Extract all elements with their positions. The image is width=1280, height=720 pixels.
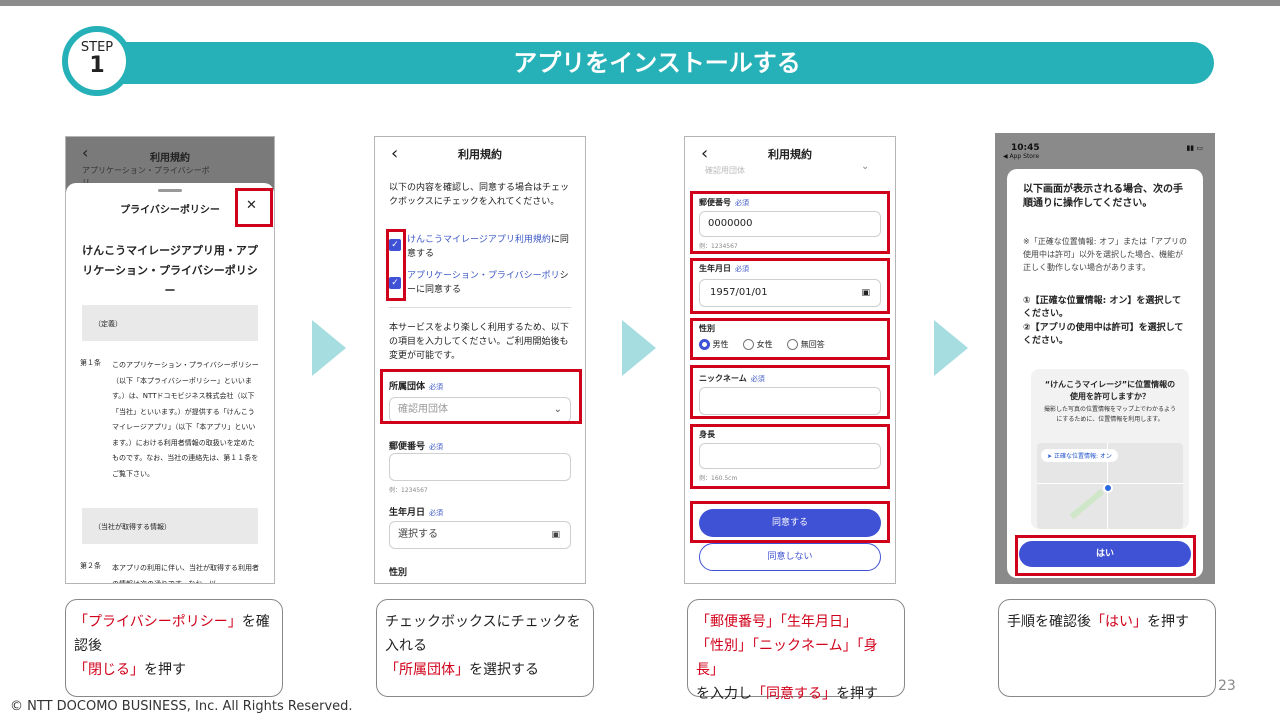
caption-text: を押す: [1147, 614, 1189, 630]
instruction-step-2: ②【アプリの使用中は許可】を選択してください。: [1023, 323, 1184, 346]
location-dot-icon: [1103, 483, 1113, 493]
section-heading: （定義）: [82, 305, 258, 341]
chevron-down-icon: ⌄: [861, 161, 870, 172]
screen-header: ‹ 利用規約: [375, 137, 585, 173]
step-banner: アプリをインストールする: [100, 42, 1214, 84]
screen-title: 利用規約: [768, 148, 812, 161]
document-title: けんこうマイレージアプリ用・アプリケーション・プライバシーポリシー: [82, 244, 258, 297]
birth-placeholder: 選択する: [398, 529, 438, 540]
dimmed-title: 利用規約: [150, 153, 190, 164]
precise-location-toggle[interactable]: ➤ 正確な位置情報: オン: [1041, 449, 1118, 462]
highlight-height: [690, 424, 890, 489]
caption-text: を押す: [144, 662, 186, 678]
disagree-button[interactable]: 同意しない: [699, 543, 881, 571]
required-badge: 必須: [429, 443, 444, 451]
highlight-org: [380, 369, 582, 424]
next-arrow-icon: [622, 320, 656, 376]
caption-step-3: 「郵便番号」「生年月日」 「性別」「ニックネーム」「身長」 を入力し「同意する」…: [687, 599, 905, 702]
page-title: アプリをインストールする: [513, 49, 801, 77]
birth-label-text: 生年月日: [389, 508, 426, 518]
policy-sheet: プライバシーポリシー ✕ けんこうマイレージアプリ用・アプリケーション・プライバ…: [66, 183, 274, 583]
next-arrow-icon: [312, 320, 346, 376]
birth-label: 生年月日 必須: [389, 505, 443, 518]
screen-title: 利用規約: [458, 148, 502, 161]
zip-label-text: 郵便番号: [389, 442, 426, 452]
caption-step-2: チェックボックスにチェックを入れる 「所属団体」を選択する: [376, 599, 594, 697]
zip-input[interactable]: [389, 453, 571, 481]
gender-label: 性別: [389, 568, 408, 578]
caption-highlight: 「同意する」: [752, 686, 836, 702]
caption-text: を押す: [836, 686, 878, 702]
privacy-link[interactable]: アプリケーション・プライバシーポリ: [407, 271, 560, 281]
page-number: 23: [1218, 678, 1236, 694]
caption-step-4: 手順を確認後「はい」を押す: [998, 599, 1216, 697]
permission-title: “けんこうマイレージ”に位置情報の使用を許可しますか？: [1044, 380, 1176, 401]
birth-input[interactable]: 選択する ▣: [389, 521, 571, 549]
caption-text: を入力し: [696, 686, 752, 702]
caption-highlight: 「郵便番号」「生年月日」: [696, 614, 857, 630]
intro-text: 以下の内容を確認し、同意する場合はチェックボックスにチェックを入れてください。: [389, 183, 570, 207]
note-text: 本サービスをより楽しく利用するため、以下の項目を入力してください。ご利用開始後も…: [389, 323, 569, 361]
map-preview: ➤ 正確な位置情報: オン: [1037, 443, 1183, 529]
caption-highlight: 「プライバシーポリシー」: [74, 614, 242, 630]
instruction-dialog: 以下画面が表示される場合、次の手順通りに操作してください。 ※「正確な位置情報:…: [1007, 169, 1203, 578]
precise-location-label: 正確な位置情報: オン: [1053, 453, 1112, 460]
screenshot-location-permission: 10:45 ◀ App Store ▮▮ ▭ 以下画面が表示される場合、次の手順…: [995, 133, 1215, 584]
org-field-partial: 確認用団体: [705, 166, 745, 175]
article-number: 第２条: [80, 562, 101, 570]
map-park: [1069, 488, 1105, 520]
caption-text: を選択する: [469, 662, 539, 678]
highlight-gender: [690, 318, 890, 360]
next-arrow-icon: [934, 320, 968, 376]
instruction-note: ※「正確な位置情報: オフ」または「アプリの使用中は許可」以外を選択した場合、機…: [1023, 237, 1187, 272]
app-store-back[interactable]: ◀ App Store: [1003, 153, 1039, 160]
permission-body: 撮影した写真の位置情報をマップ上でわかるようにするために、位置情報を利用します。: [1043, 406, 1176, 423]
caption-highlight: 「はい」: [1091, 614, 1147, 630]
back-icon[interactable]: ‹: [391, 137, 398, 171]
required-badge: 必須: [429, 509, 444, 517]
dimmed-text: アプリケーション・プライバシーポ: [82, 166, 210, 175]
copyright: © NTT DOCOMO BUSINESS, Inc. All Rights R…: [10, 699, 353, 714]
checkbox-terms-label[interactable]: けんこうマイレージアプリ利用規約に同意する: [407, 233, 575, 261]
zip-hint: 例：1234567: [389, 487, 428, 494]
instruction-step-1: ①【正確な位置情報: オン】を選択してください。: [1023, 296, 1182, 319]
caption-highlight: 「性別」「ニックネーム」「身長」: [696, 638, 878, 678]
screenshot-terms-agreement: ‹ 利用規約 以下の内容を確認し、同意する場合はチェックボックスにチェックを入れ…: [374, 136, 586, 584]
caption-highlight: 「所属団体」: [385, 662, 469, 678]
permission-preview: “けんこうマイレージ”に位置情報の使用を許可しますか？ 撮影した写真の位置情報を…: [1031, 369, 1189, 529]
status-bar: 10:45 ◀ App Store ▮▮ ▭: [995, 133, 1215, 163]
step-number: 1: [89, 53, 105, 78]
zip-label: 郵便番号 必須: [389, 439, 443, 452]
caption-text: 手順を確認後: [1007, 614, 1091, 630]
checkbox-privacy-label[interactable]: アプリケーション・プライバシーポリシーに同意する: [407, 269, 575, 297]
highlight-zip: [690, 191, 890, 254]
caption-step-1: 「プライバシーポリシー」を確認後 「閉じる」を押す: [65, 599, 283, 697]
sheet-handle[interactable]: [158, 189, 182, 192]
instruction-title: 以下画面が表示される場合、次の手順通りに操作してください。: [1023, 184, 1183, 209]
terms-link[interactable]: けんこうマイレージアプリ利用規約: [407, 235, 551, 245]
article-number: 第１条: [80, 359, 101, 367]
highlight-yes: [1015, 535, 1196, 576]
divider: [389, 307, 571, 308]
highlight-birth: [690, 258, 890, 314]
battery-icon: ▮▮ ▭: [1186, 144, 1203, 152]
caption-text: チェックボックスにチェックを入れる: [385, 614, 581, 654]
caption-highlight: 「閉じる」: [74, 662, 144, 678]
step-badge: STEP 1: [62, 26, 132, 96]
section-heading: （当社が取得する情報）: [82, 508, 258, 544]
article-text: 本アプリの利用に伴い、当社が取得する利用者の情報は次の通りです。なお、以: [112, 564, 259, 584]
highlight-checkboxes: [386, 229, 406, 301]
calendar-icon: ▣: [551, 530, 560, 540]
status-time: 10:45: [1011, 143, 1040, 153]
highlight-agree: [690, 501, 890, 543]
highlight-nickname: [690, 365, 890, 419]
highlight-close: [235, 188, 273, 227]
top-rule: [0, 0, 1280, 6]
article-text: このアプリケーション・プライバシーポリシー（以下「本プライバシーポリシー」といい…: [112, 361, 259, 478]
